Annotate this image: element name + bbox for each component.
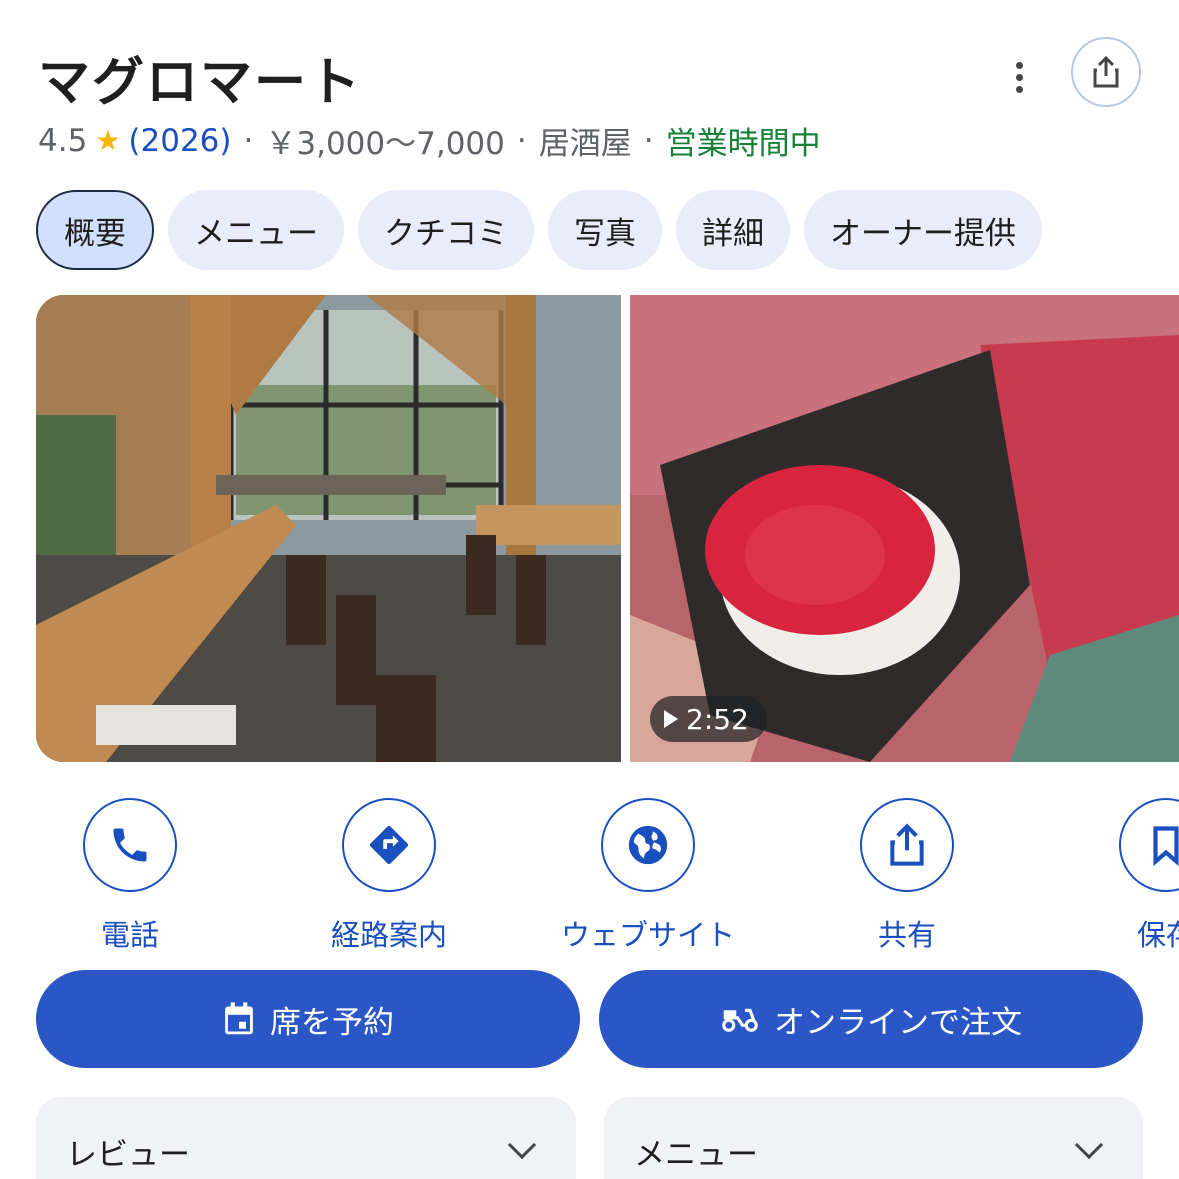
menu-card-title: メニュー (634, 1137, 758, 1173)
bookmark-icon (1153, 826, 1179, 866)
share-action[interactable]: 共有 (807, 798, 1007, 954)
share-icon (890, 823, 924, 866)
globe-icon (628, 825, 668, 865)
tab-menu[interactable]: メニュー (168, 190, 344, 270)
star-icon: ★ (95, 124, 121, 157)
tab-reviews[interactable]: クチコミ (358, 190, 534, 270)
play-icon (664, 710, 678, 728)
website-button[interactable] (601, 798, 695, 892)
reviews-card-title: レビュー (66, 1137, 190, 1173)
delivery-icon (722, 1008, 758, 1032)
open-status: 営業時間中 (665, 126, 821, 162)
directions-button[interactable] (342, 798, 436, 892)
place-title: マグロマート (38, 53, 363, 113)
price-range: ￥3,000〜7,000 (265, 126, 505, 162)
directions-icon (369, 825, 409, 865)
more-dot (1015, 61, 1023, 69)
save-button[interactable] (1119, 798, 1179, 892)
save-action[interactable]: 保存 (1066, 798, 1179, 954)
tuna-roll-image (630, 295, 1179, 762)
photo-interior[interactable] (36, 295, 621, 762)
website-label: ウェブサイト (560, 918, 735, 952)
order-online-button[interactable]: オンラインで注文 (599, 970, 1143, 1068)
share-icon (1093, 55, 1119, 88)
directions-label: 経路案内 (330, 918, 447, 952)
directions-action[interactable]: 経路案内 (289, 798, 489, 954)
calendar-icon (225, 1002, 253, 1035)
separator-dot: · (243, 122, 254, 159)
more-options-button[interactable] (1000, 55, 1038, 99)
review-count-link[interactable]: (2026) (128, 123, 231, 159)
share-button-top[interactable] (1071, 37, 1141, 107)
more-dot (1015, 73, 1023, 81)
order-label: オンラインで注文 (774, 1004, 1022, 1041)
separator-dot: · (643, 122, 654, 159)
website-action[interactable]: ウェブサイト (548, 798, 748, 954)
tab-bar: 概要 メニュー クチコミ 写真 詳細 オーナー提供 (36, 190, 1042, 270)
call-action[interactable]: 電話 (30, 798, 230, 954)
category: 居酒屋 (538, 126, 632, 162)
phone-icon (113, 828, 147, 862)
video-duration: 2:52 (686, 702, 749, 736)
tab-owner[interactable]: オーナー提供 (804, 190, 1042, 270)
reviews-card[interactable]: レビュー (36, 1097, 576, 1179)
chevron-down-icon (507, 1130, 537, 1160)
call-button[interactable] (83, 798, 177, 892)
reserve-button[interactable]: 席を予約 (36, 970, 580, 1068)
menu-card[interactable]: メニュー (604, 1097, 1143, 1179)
call-label: 電話 (100, 918, 159, 952)
save-label: 保存 (1136, 918, 1179, 952)
reserve-label: 席を予約 (270, 1004, 394, 1041)
tab-photos[interactable]: 写真 (548, 190, 662, 270)
place-meta: 4.5 ★ (2026) · ￥3,000〜7,000 · 居酒屋 · 営業時間… (38, 118, 821, 163)
tab-overview[interactable]: 概要 (36, 190, 154, 270)
interior-image (36, 295, 621, 762)
more-dot (1015, 85, 1023, 93)
share-label: 共有 (877, 918, 936, 952)
tab-details[interactable]: 詳細 (676, 190, 790, 270)
separator-dot: · (516, 122, 527, 159)
video-duration-badge: 2:52 (650, 696, 767, 742)
chevron-down-icon (1074, 1130, 1104, 1160)
rating-value: 4.5 (38, 122, 88, 159)
photo-video[interactable]: 2:52 (630, 295, 1179, 762)
share-button[interactable] (860, 798, 954, 892)
